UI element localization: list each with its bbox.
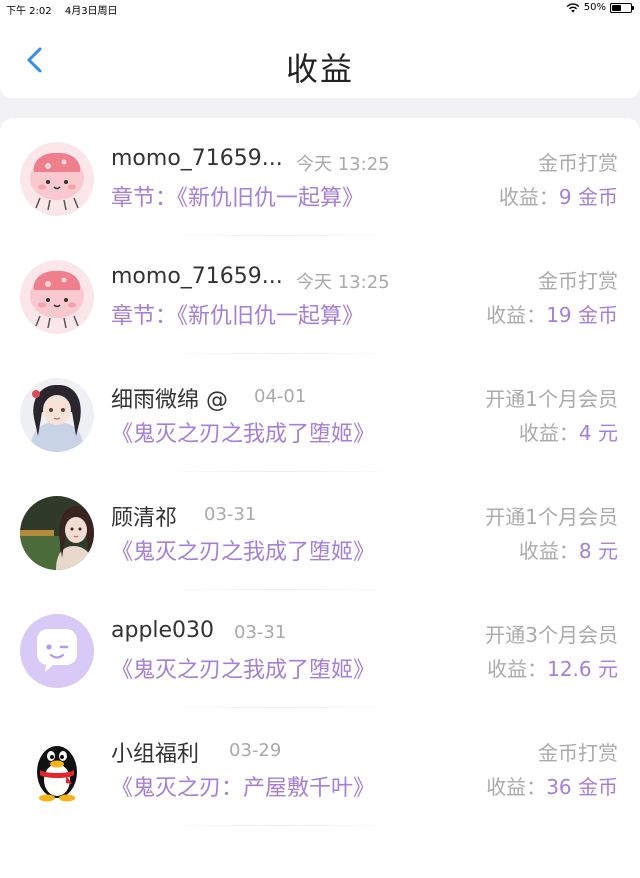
earning-value: 4 元 — [578, 421, 618, 445]
earning-value: 36 金币 — [546, 775, 618, 799]
battery-percent: 50% — [583, 2, 606, 13]
page-title: 收益 — [285, 50, 354, 88]
user-name: 顾清祁 — [111, 506, 178, 531]
book-title: 《鬼灭之刃之我成了堕姬》 — [111, 658, 376, 683]
earning-type: 金币打赏 — [538, 269, 618, 293]
date-label: 04-01 — [254, 386, 307, 407]
earning-amount: 收益：12.6 元 — [487, 653, 618, 682]
earning-label: 收益： — [518, 421, 579, 445]
earning-type: 开通3个月会员 — [485, 623, 618, 647]
status-left: 下午 2:02 4月3日周日 — [6, 2, 128, 17]
photo-girl-avatar[interactable] — [20, 496, 94, 570]
earning-amount: 收益：8 元 — [519, 535, 618, 564]
earning-label: 收益： — [498, 185, 559, 209]
status-time: 下午 2:02 — [6, 6, 52, 17]
qq-penguin-avatar-icon[interactable] — [20, 732, 94, 806]
earning-label: 收益： — [487, 657, 548, 681]
date-label: 今天 13:25 — [296, 272, 390, 293]
list-item[interactable]: momo_71659... 今天 13:25 金币打赏 章节：《新仇旧仇一起算》… — [0, 236, 640, 354]
user-name: 细雨微绵 @ — [111, 388, 228, 413]
list-item[interactable]: 顾清祁 03-31 开通1个月会员 《鬼灭之刃之我成了堕姬》 收益：8 元 — [0, 472, 640, 590]
earning-value: 12.6 元 — [547, 657, 618, 681]
earning-label: 收益： — [486, 303, 547, 327]
list-item[interactable]: apple030 03-31 开通3个月会员 《鬼灭之刃之我成了堕姬》 收益：1… — [0, 590, 640, 708]
earning-amount: 收益：9 金币 — [499, 181, 618, 210]
date-label: 03-29 — [229, 740, 282, 761]
earning-label: 收益： — [486, 775, 547, 799]
chat-bubble-avatar-icon[interactable] — [20, 614, 94, 688]
book-title: 《鬼灭之刃之我成了堕姬》 — [111, 422, 376, 447]
date-label: 今天 13:25 — [296, 154, 390, 175]
user-name: 小组福利 — [111, 742, 200, 767]
anime-girl-avatar[interactable] — [20, 378, 94, 452]
status-bar: 下午 2:02 4月3日周日 50% — [0, 0, 640, 18]
list-item[interactable]: 小组福利 03-29 金币打赏 《鬼灭之刃：产屋敷千叶》 收益：36 金币 — [0, 708, 640, 826]
earnings-list: momo_71659... 今天 13:25 金币打赏 章节：《新仇旧仇一起算》… — [0, 118, 640, 878]
list-item[interactable]: 细雨微绵 @ 04-01 开通1个月会员 《鬼灭之刃之我成了堕姬》 收益：4 元 — [0, 354, 640, 472]
earning-label: 收益： — [518, 539, 579, 563]
chapter-title: 章节：《新仇旧仇一起算》 — [111, 186, 365, 211]
earning-amount: 收益：19 金币 — [486, 299, 618, 328]
user-name: momo_71659... — [111, 264, 283, 289]
pink-blob-avatar-icon[interactable] — [20, 260, 94, 334]
earning-value: 19 金币 — [546, 303, 618, 327]
user-name: apple030 — [111, 618, 215, 643]
date-label: 03-31 — [204, 504, 257, 525]
earning-type: 金币打赏 — [538, 151, 618, 175]
earning-type: 开通1个月会员 — [485, 387, 618, 411]
battery-icon — [610, 2, 634, 13]
earning-value: 9 金币 — [558, 185, 618, 209]
nav-bar: 收益 — [0, 18, 640, 98]
list-item[interactable]: momo_71659... 今天 13:25 金币打赏 章节：《新仇旧仇一起算》… — [0, 118, 640, 236]
wifi-icon — [566, 2, 580, 12]
chapter-title: 章节：《新仇旧仇一起算》 — [111, 304, 365, 329]
date-label: 03-31 — [234, 622, 287, 643]
earning-type: 金币打赏 — [538, 741, 618, 765]
earning-value: 8 元 — [578, 539, 618, 563]
book-title: 《鬼灭之刃：产屋敷千叶》 — [111, 776, 376, 801]
battery-fill — [612, 4, 621, 11]
earning-amount: 收益：4 元 — [519, 417, 618, 446]
pink-blob-avatar-icon[interactable] — [20, 142, 94, 216]
earning-type: 开通1个月会员 — [485, 505, 618, 529]
book-title: 《鬼灭之刃之我成了堕姬》 — [111, 540, 376, 565]
user-name: momo_71659... — [111, 146, 283, 171]
divider — [160, 825, 400, 826]
earning-amount: 收益：36 金币 — [486, 771, 618, 800]
status-date: 4月3日周日 — [64, 6, 118, 17]
status-right: 50% — [566, 2, 634, 13]
